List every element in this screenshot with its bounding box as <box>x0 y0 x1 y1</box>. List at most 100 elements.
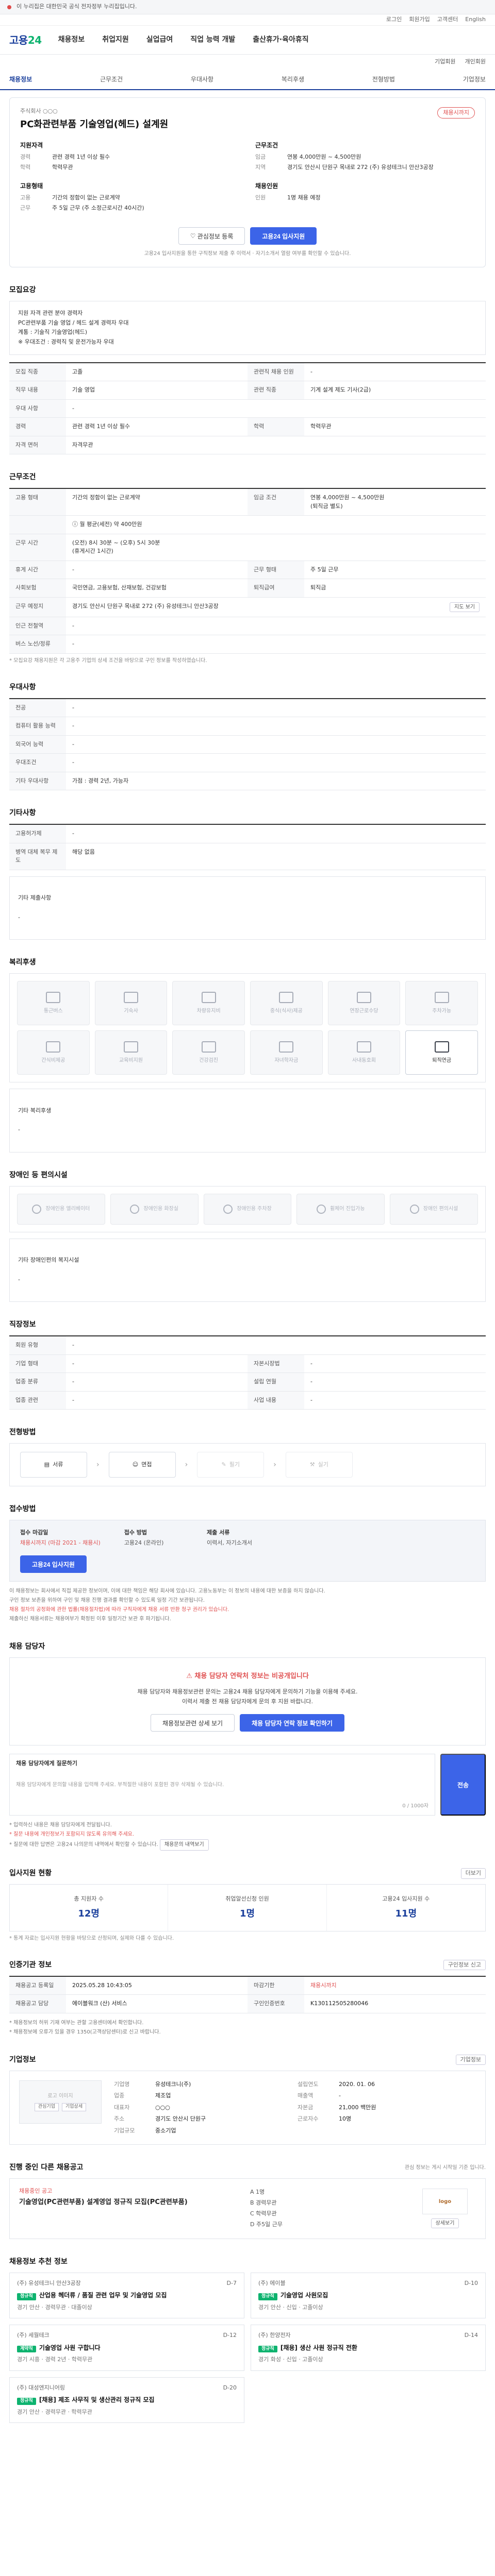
nav-item-support[interactable]: 취업지원 <box>102 32 129 47</box>
scholarship-icon <box>279 1041 294 1053</box>
company-more-button[interactable]: 기업정보 <box>455 2054 486 2065</box>
row-value: 학력무관 <box>310 423 332 430</box>
apply-left: 접수 마감일 채용시까지 (마감 2021 - 채용시) 접수 방법 고용24 … <box>10 1520 196 1582</box>
welfare-label: 중식(식사)제공 <box>270 1008 303 1014</box>
consult-box: ⚠ 채용 담당자 연락처 정보는 비공개입니다 채용 담당자와 채용정보관련 문… <box>9 1657 486 1746</box>
etc-section: 기타사항 고용허가제 - 병역 대체 복무 제도 해당 없음 기타 제출사항 - <box>9 808 486 940</box>
table-row: ⓘ 월 평균(세전) 약 400만원 <box>9 516 486 534</box>
card-company: (주) 한양전자 <box>258 2332 291 2339</box>
summary-title: 채용인원 <box>255 182 278 190</box>
card-title: [채용] 생산 사원 정규직 전환 <box>280 2344 357 2351</box>
question-history-button[interactable]: 채용문의 내역보기 <box>159 1839 209 1851</box>
kv-value: 학력무관 <box>52 163 73 171</box>
welfare-label: 주차가능 <box>432 1008 452 1014</box>
nav-item-leave[interactable]: 출산휴가·육아휴직 <box>253 32 308 47</box>
tab-prefer[interactable]: 우대사항 <box>191 75 213 84</box>
step-label: 필기 <box>229 1461 240 1468</box>
recommend-card[interactable]: (주) 한양전자 D-14 정규직 [채용] 생산 사원 정규직 전환 경기 화성 … <box>251 2325 486 2371</box>
site-logo[interactable]: 고용24 <box>9 32 42 48</box>
meta-line: A 1명 <box>250 2189 265 2196</box>
recommend-card[interactable]: (주) 에이블 D-10 정규직 기술영업 사원모집 경기 안산 · 신입 · 고졸… <box>251 2272 486 2319</box>
question-textarea[interactable]: 채용 담당자에게 질문하기 채용 담당자에게 문의할 내용을 입력해 주세요. … <box>9 1754 435 1816</box>
tab-welfare[interactable]: 복리후생 <box>282 75 304 84</box>
card-dday: D-10 <box>464 2279 478 2286</box>
apply-button[interactable]: 고용24 입사지원 <box>250 227 317 245</box>
alert-icon: ⚠ <box>186 1672 195 1681</box>
report-button[interactable]: 구인정보 신고 <box>443 1959 486 1971</box>
tab-process[interactable]: 전형방법 <box>372 75 395 84</box>
company-detail-button[interactable]: 기업상세 <box>62 2103 87 2111</box>
company-name[interactable]: 주식회사 ○○○ <box>20 107 168 116</box>
row-header: 근무 형태 <box>248 561 304 579</box>
apply-submit-button[interactable]: 고용24 입사지원 <box>20 1555 87 1573</box>
info-value: ○○○ <box>155 2104 170 2111</box>
interest-company-button[interactable]: 관심기업 <box>34 2103 59 2111</box>
section-title: 기업정보 <box>9 2055 36 2064</box>
login-link[interactable]: 로그인 <box>386 15 402 24</box>
consult-detail-button[interactable]: 채용정보관련 상세 보기 <box>151 1714 235 1732</box>
question-send-button[interactable]: 전송 <box>440 1754 486 1816</box>
language-link[interactable]: English <box>465 15 486 24</box>
kv-key: 학력 <box>20 163 31 171</box>
other-posting-card[interactable]: 채용중인 공고 기술영업(PC관련부품) 설계영업 정규직 모집(PC관련부품)… <box>9 2178 486 2239</box>
notice-item: 구인 정보 보존을 위하여 구인 및 채용 진행 결과를 확인할 수 있도록 일… <box>9 1598 205 1604</box>
table-row: 병역 대체 복무 제도 해당 없음 <box>9 843 486 870</box>
tab-company[interactable]: 기업정보 <box>463 75 486 84</box>
disability-label: 휠체어 진입가능 <box>329 1206 365 1212</box>
consult-contact-button[interactable]: 채용 담당자 연락 정보 확인하기 <box>240 1714 344 1732</box>
welfare-section: 복리후생 통근버스 기숙사 차량유지비 중식(식사)제공 연장근로수당 주차가능… <box>9 957 486 1153</box>
welfare-item: 주차가능 <box>405 981 478 1026</box>
row-value: 기술 영업 <box>72 386 95 394</box>
welfare-item: 중식(식사)제공 <box>250 981 323 1026</box>
kv-key: 인원 <box>255 194 266 201</box>
consult-section: 채용 담당자 ⚠ 채용 담당자 연락처 정보는 비공개입니다 채용 담당자와 채… <box>9 1641 486 1851</box>
card-dday: D-20 <box>223 2384 237 2391</box>
wage-note-text: 월 평균(세전) 약 400만원 <box>79 521 142 528</box>
card-company: (주) 대성엔지니어링 <box>17 2384 65 2391</box>
table-row: 근무 시간 (오전) 8시 30분 ~ (오후) 5시 30분 (휴게시간 1시… <box>9 534 486 561</box>
recommend-card[interactable]: (주) 유성테크니 안산3공장 D-7 정규직 산업용 헤더류 / 품질 관련 업무… <box>9 2272 244 2319</box>
meta-line: B 경력무관 <box>250 2199 277 2207</box>
job-headline-card: 주식회사 ○○○ PC화관련부품 기술영업(헤드) 설계원 채용시까지 지원자격… <box>9 97 486 267</box>
nav-item-benefits[interactable]: 실업급여 <box>146 32 173 47</box>
recommend-card[interactable]: (주) 세월테크 D-12 계약직 기술영업 사원 구합니다 경기 시흥 · 경력 … <box>9 2325 244 2371</box>
kv-key: 임금 <box>255 154 266 160</box>
row-header: 인근 전철역 <box>9 617 66 635</box>
help-link[interactable]: 고객센터 <box>437 15 458 24</box>
apply-col-title: 접수 마감일 <box>20 1529 48 1536</box>
company-info: 기업명 유성테크니(주) 설립연도 2020. 01. 06 업종 제조업 매출액 - … <box>114 2080 476 2136</box>
other-postings-note: 관심 정보는 게시 시작일 기준 입니다. <box>404 2165 486 2171</box>
summary-employment: 고용형태 고용 기간의 정함이 없는 근로계약 근무 주 5일 근무 (주 소정근로… <box>20 181 240 214</box>
row-value: 가점 : 경력 2년, 가능자 <box>72 777 129 784</box>
info-key: 업종 <box>114 2092 125 2099</box>
table-row: 경력 관련 경력 1년 이상 필수 학력 학력무관 <box>9 418 486 436</box>
map-button[interactable]: 지도 보기 <box>450 602 480 612</box>
disability-label: 장애인용 주차장 <box>237 1206 272 1212</box>
info-key: 기업규모 <box>114 2127 135 2134</box>
save-interest-button[interactable]: ♡ 관심정보 등록 <box>178 227 245 245</box>
signup-link[interactable]: 회원가입 <box>409 15 430 24</box>
disability-item: 장애인용 주차장 <box>203 1193 292 1225</box>
disability-extra: 기타 장애인편의 복지시설 - <box>9 1238 486 1302</box>
kv-key: 고용 <box>20 194 31 201</box>
stats-more-button[interactable]: 더보기 <box>460 1868 486 1879</box>
info-key: 자본금 <box>298 2104 314 2111</box>
welfare-label: 간식비제공 <box>41 1057 65 1063</box>
section-title: 인증기관 정보 <box>9 1960 52 1969</box>
company-member-link[interactable]: 기업회원 <box>435 58 455 66</box>
nav-item-training[interactable]: 직업 능력 개발 <box>190 32 235 47</box>
recommend-card[interactable]: (주) 대성엔지니어링 D-20 정규직 [채용] 제조 사무직 및 생산관리 정규… <box>9 2377 244 2424</box>
row-value: 국민연금, 고용보험, 산재보험, 건강보험 <box>72 584 167 591</box>
other-detail-button[interactable]: 상세보기 <box>431 2218 459 2229</box>
gov-banner: 이 누리집은 대한민국 공식 전자정부 누리집입니다. <box>0 0 495 14</box>
personal-member-link[interactable]: 개인회원 <box>465 58 486 66</box>
tab-conditions[interactable]: 근무조건 <box>100 75 123 84</box>
other-posting-meta: A 1명 B 경력무관 C 학력무관 D 주5일 근무 <box>250 2187 405 2230</box>
tab-jobinfo[interactable]: 채용정보 <box>9 75 32 84</box>
nav-item-jobs[interactable]: 채용정보 <box>58 32 85 47</box>
welfare-label: 사내동호회 <box>352 1057 376 1063</box>
row-header: 직무 내용 <box>9 381 66 399</box>
row-header: 버스 노선/정류 <box>9 635 66 653</box>
welfare-item: 차량유지비 <box>172 981 245 1026</box>
row-value: - <box>310 1360 312 1367</box>
